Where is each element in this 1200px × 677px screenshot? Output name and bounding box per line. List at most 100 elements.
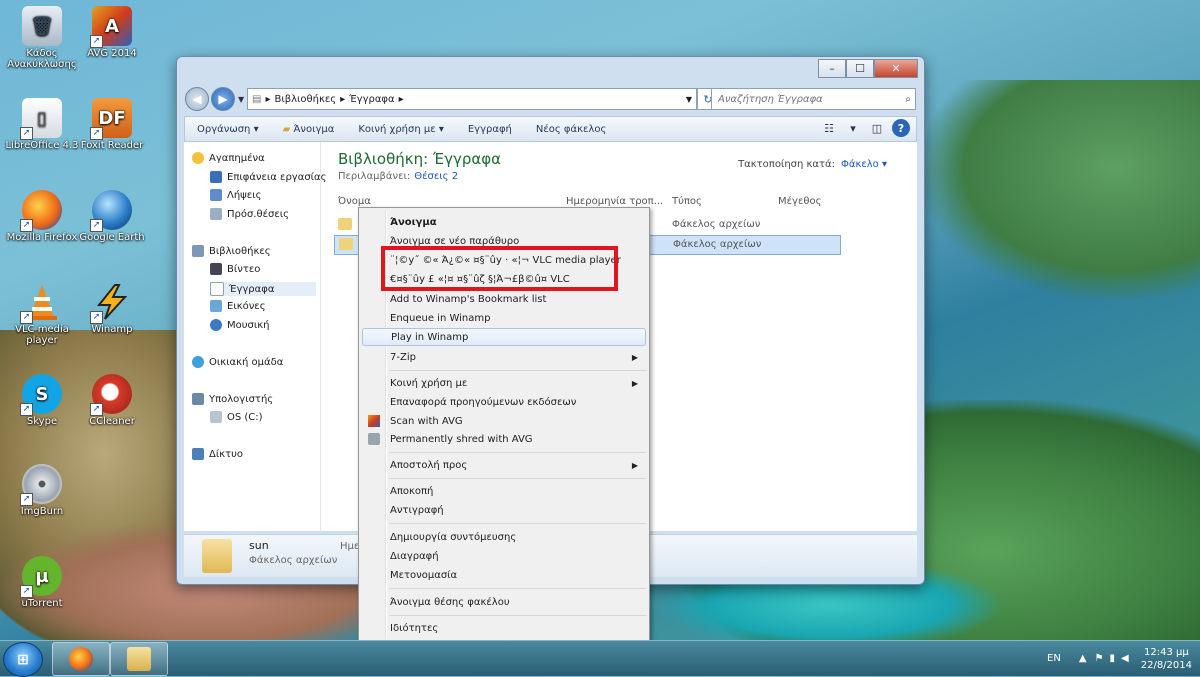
arrange-label: Τακτοποίηση κατά:: [738, 159, 835, 170]
folder-open-icon: ▰: [282, 123, 291, 135]
menu-separator: [389, 478, 646, 479]
menu-item-create-shortcut[interactable]: Δημιουργία συντόμευσης: [362, 528, 646, 546]
taskbar-explorer[interactable]: [110, 642, 168, 676]
minimize-button[interactable]: –: [818, 59, 846, 78]
new-folder-button[interactable]: Νέος φάκελος: [524, 124, 618, 135]
nav-downloads[interactable]: Λήψεις: [210, 189, 261, 201]
firefox-icon: ➚: [20, 190, 62, 232]
nav-label: Δίκτυο: [209, 448, 244, 460]
network-signal-icon[interactable]: ▮: [1110, 653, 1116, 664]
menu-item-copy[interactable]: Αντιγραφή: [362, 501, 646, 519]
navigation-row: ◀ ▶ ▼ ▤ ▸ Βιβλιοθήκες ▸ Έγγραφα ▸ ▼ ↻ ⌕: [185, 87, 916, 111]
search-icon[interactable]: ⌕: [905, 94, 911, 105]
desktop-icon-avg[interactable]: A ➚ AVG 2014: [70, 6, 154, 59]
menu-item-winamp-enqueue[interactable]: Enqueue in Winamp: [362, 309, 646, 327]
view-options-icon[interactable]: ☷: [820, 119, 838, 137]
volume-icon[interactable]: ◀: [1121, 653, 1129, 664]
desktop-icon-label: ImgBurn: [20, 506, 64, 517]
nav-homegroup[interactable]: Οικιακή ομάδα: [192, 356, 283, 368]
language-indicator[interactable]: EN: [1047, 653, 1061, 664]
nav-libraries[interactable]: Βιβλιοθήκες: [192, 245, 271, 257]
nav-label: Λήψεις: [227, 189, 262, 201]
skype-icon: S ➚: [20, 374, 62, 416]
pictures-icon: [210, 300, 222, 312]
desktop-icon-google-earth[interactable]: ➚ Google Earth: [70, 190, 154, 243]
nav-computer[interactable]: Υπολογιστής: [192, 393, 273, 405]
close-button[interactable]: ✕: [874, 59, 918, 78]
menu-item-send-to[interactable]: Αποστολή προς ▶: [362, 456, 646, 474]
action-center-icon[interactable]: ⚑: [1095, 653, 1104, 664]
address-bar[interactable]: ▤ ▸ Βιβλιοθήκες ▸ Έγγραφα ▸ ▼: [247, 88, 697, 110]
burn-button[interactable]: Εγγραφή: [456, 124, 524, 135]
start-button[interactable]: ⊞: [3, 642, 43, 677]
forward-button[interactable]: ▶: [211, 87, 235, 111]
nav-favorites[interactable]: Αγαπημένα: [192, 152, 265, 164]
submenu-arrow-icon: ▶: [631, 352, 638, 362]
downloads-icon: [210, 189, 222, 201]
menu-item-share-with[interactable]: Κοινή χρήση με ▶: [362, 374, 646, 392]
help-icon[interactable]: ?: [892, 119, 910, 137]
desktop-icon-ccleaner[interactable]: ➚ CCleaner: [70, 374, 154, 427]
recent-pages-dropdown-icon[interactable]: ▼: [238, 95, 244, 104]
desktop-icon-imgburn[interactable]: ➚ ImgBurn: [0, 464, 84, 517]
menu-item-cut[interactable]: Αποκοπή: [362, 482, 646, 500]
folder-icon: [339, 238, 353, 250]
desktop-icon-label: CCleaner: [89, 416, 135, 427]
menu-item-open-folder-location[interactable]: Άνοιγμα θέσης φακέλου: [362, 593, 646, 611]
menu-item-winamp-bookmark[interactable]: Add to Winamp's Bookmark list: [362, 290, 646, 308]
share-with-button[interactable]: Κοινή χρήση με ▾: [346, 124, 455, 135]
nav-os-drive[interactable]: OS (C:): [210, 411, 263, 423]
submenu-arrow-icon: ▶: [631, 460, 638, 470]
address-dropdown-icon[interactable]: ▼: [686, 95, 692, 104]
preview-pane-icon[interactable]: ◫: [868, 119, 886, 137]
desktop-icon-utorrent[interactable]: µ ➚ uTorrent: [0, 556, 84, 609]
breadcrumb-libraries[interactable]: Βιβλιοθήκες: [274, 94, 336, 105]
foxit-reader-icon: DF ➚: [90, 98, 132, 140]
videos-icon: [210, 263, 222, 275]
organize-button[interactable]: Οργάνωση ▾: [185, 124, 271, 135]
nav-pictures[interactable]: Εικόνες: [210, 300, 266, 312]
nav-network[interactable]: Δίκτυο: [192, 448, 243, 460]
menu-item-restore-versions[interactable]: Επαναφορά προηγούμενων εκδόσεων: [362, 393, 646, 411]
winamp-bolt-icon: ➚: [90, 282, 132, 324]
column-header-size[interactable]: Μέγεθος: [778, 192, 838, 210]
column-header-type[interactable]: Τύπος: [672, 192, 772, 210]
google-earth-icon: ➚: [90, 190, 132, 232]
menu-item-rename[interactable]: Μετονομασία: [362, 566, 646, 584]
desktop-icon-winamp[interactable]: ➚ Winamp: [70, 282, 154, 335]
breadcrumb-documents[interactable]: Έγγραφα: [349, 94, 394, 105]
view-dropdown-icon[interactable]: ▾: [844, 119, 862, 137]
star-icon: [192, 152, 204, 164]
menu-item-shred-avg[interactable]: Permanently shred with AVG: [362, 430, 646, 448]
computer-icon: [192, 393, 204, 405]
search-input[interactable]: [716, 92, 906, 106]
organize-label: Οργάνωση: [197, 123, 251, 135]
library-locations-link[interactable]: Θέσεις 2: [414, 171, 458, 182]
menu-item-open[interactable]: Άνοιγμα: [362, 213, 646, 231]
recent-places-icon: [210, 208, 222, 220]
menu-item-7zip[interactable]: 7-Zip ▶: [362, 348, 646, 366]
taskbar-firefox[interactable]: [52, 642, 110, 676]
maximize-button[interactable]: ☐: [846, 59, 874, 78]
nav-documents[interactable]: Έγγραφα: [210, 282, 316, 296]
nav-label: Επιφάνεια εργασίας: [227, 171, 327, 183]
arrange-by-dropdown[interactable]: Φάκελο ▾: [841, 159, 887, 170]
clock[interactable]: 12:43 μμ 22/8/2014: [1141, 646, 1192, 672]
menu-item-properties[interactable]: Ιδιότητες: [362, 619, 646, 637]
nav-videos[interactable]: Βίντεο: [210, 263, 260, 275]
show-hidden-icons-icon[interactable]: ▲: [1079, 653, 1087, 664]
menu-item-winamp-play[interactable]: Play in Winamp: [362, 328, 646, 346]
clock-date: 22/8/2014: [1140, 659, 1192, 671]
nav-label: Μουσική: [227, 319, 270, 331]
nav-recent-places[interactable]: Πρόσ.θέσεις: [210, 208, 289, 220]
firefox-icon: [69, 647, 93, 671]
nav-desktop[interactable]: Επιφάνεια εργασίας: [210, 171, 327, 183]
nav-music[interactable]: Μουσική: [210, 319, 270, 331]
avg-icon: [368, 415, 380, 427]
back-button[interactable]: ◀: [185, 87, 209, 111]
desktop-icon-foxit[interactable]: DF ➚ Foxit Reader: [70, 98, 154, 151]
open-button[interactable]: ▰ Άνοιγμα: [271, 124, 347, 135]
menu-item-scan-avg[interactable]: Scan with AVG: [362, 412, 646, 430]
menu-item-delete[interactable]: Διαγραφή: [362, 547, 646, 565]
details-name: sun: [249, 539, 269, 552]
